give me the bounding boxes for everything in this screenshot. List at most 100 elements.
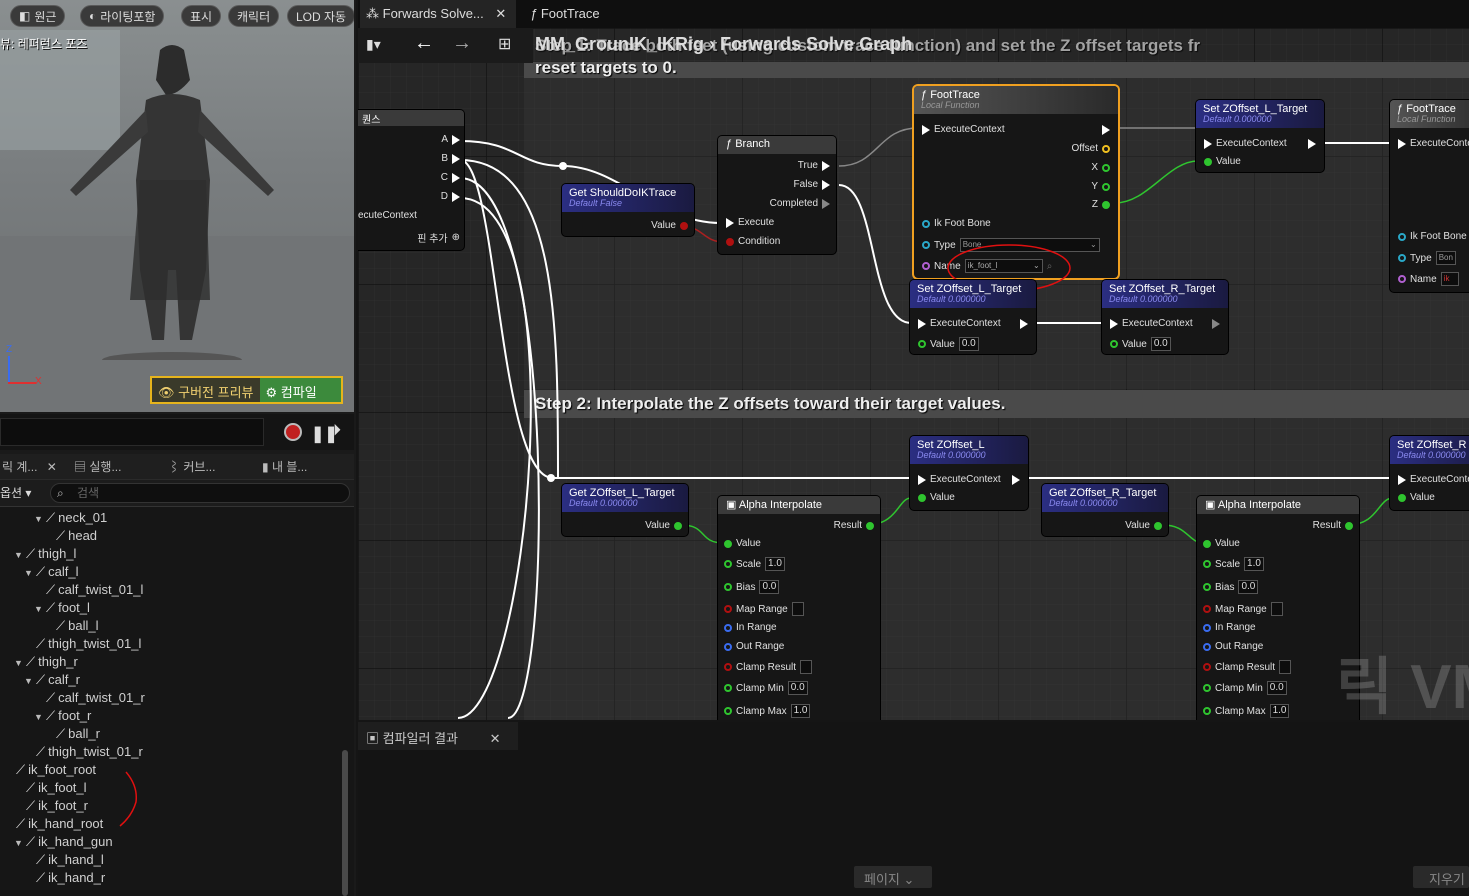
- tree-row[interactable]: ⟋ thigh_twist_01_r: [0, 743, 143, 761]
- sequence-pin-b[interactable]: B: [441, 153, 460, 164]
- clamp-min-input[interactable]: 0.0: [787, 681, 808, 695]
- options-dropdown[interactable]: 옵션 ▾: [0, 484, 31, 501]
- map-range-checkbox[interactable]: [1270, 602, 1283, 616]
- search-input[interactable]: ⌕ 검색: [50, 483, 350, 503]
- clamp-result-pin[interactable]: Clamp Result: [1203, 660, 1292, 674]
- tab-curves[interactable]: ⌇ 커브...: [168, 454, 215, 480]
- map-range-pin[interactable]: Map Range: [724, 602, 804, 616]
- expand-arrow-icon[interactable]: ▼: [14, 546, 26, 564]
- branch-false-pin[interactable]: False: [794, 179, 830, 190]
- map-range-pin[interactable]: Map Range: [1203, 602, 1283, 616]
- tree-scrollbar[interactable]: [342, 750, 348, 896]
- tab-compiler-results[interactable]: ▣ 컴파일러 결과 ✕: [358, 722, 518, 750]
- get-should-ik-trace-node[interactable]: Get ShouldDoIKTrace Default False Value: [562, 184, 694, 236]
- tab-rig-hierarchy[interactable]: 릭 계... ✕: [2, 454, 57, 480]
- scale-input[interactable]: 1.0: [1244, 557, 1264, 571]
- exec-out-pin[interactable]: [1020, 319, 1028, 329]
- sequence-pin-a[interactable]: A: [441, 134, 460, 145]
- set-zoffset-r-target-node-low[interactable]: Set ZOffset_R_Target Default 0.000000 Exe…: [1102, 280, 1228, 354]
- foottrace-y-pin[interactable]: Y: [1091, 181, 1110, 192]
- clamp-result-pin[interactable]: Clamp Result: [724, 660, 813, 674]
- foottrace2-name-pin[interactable]: Name ik: [1398, 272, 1459, 286]
- in-range-pin[interactable]: In Range: [724, 622, 777, 633]
- branch-node[interactable]: ƒ Branch True False Completed Execute Co…: [718, 136, 836, 254]
- exec-pin[interactable]: ExecuteConte: [1398, 474, 1469, 485]
- exec-out-pin[interactable]: [1012, 475, 1020, 485]
- alpha-interpolate-node-left[interactable]: ▣ Alpha Interpolate Result Value Scale 1.…: [718, 496, 880, 720]
- bias-pin[interactable]: Bias 0.0: [724, 580, 780, 594]
- sequence-exec-in[interactable]: ecuteContext: [358, 210, 417, 221]
- foottrace-offset-pin[interactable]: Offset: [1072, 143, 1110, 154]
- set-zoffset-l-target-node-top[interactable]: Set ZOffset_L_Target Default 0.000000 Exe…: [1196, 100, 1324, 172]
- sequence-pin-c[interactable]: C: [441, 172, 460, 183]
- value-pin[interactable]: Value: [645, 520, 682, 531]
- foottrace2-type-pin[interactable]: Type Bon: [1398, 251, 1456, 265]
- lod-button[interactable]: LOD 자동: [287, 5, 354, 27]
- scale-pin[interactable]: Scale 1.0: [1203, 557, 1264, 571]
- exec-pin[interactable]: ExecuteContext: [1110, 318, 1193, 329]
- type-value[interactable]: Bon: [1435, 251, 1456, 265]
- value-input[interactable]: 0.0: [958, 337, 979, 351]
- tree-row[interactable]: ⟋ ball_r: [0, 725, 100, 743]
- map-range-checkbox[interactable]: [791, 602, 804, 616]
- scale-pin[interactable]: Scale 1.0: [724, 557, 785, 571]
- old-preview-button[interactable]: 👁 구버전 프리뷰: [152, 378, 260, 402]
- tree-row[interactable]: ▼ ⟋ thigh_l: [0, 545, 76, 563]
- branch-true-pin[interactable]: True: [798, 160, 830, 171]
- result-pin[interactable]: Result: [1313, 520, 1353, 531]
- foottrace-bone-pin[interactable]: Ik Foot Bone: [922, 218, 991, 229]
- name-value[interactable]: ik: [1440, 272, 1459, 286]
- tree-row[interactable]: ⟋ ik_hand_r: [0, 869, 105, 887]
- expand-arrow-icon[interactable]: ▼: [34, 708, 46, 726]
- clamp-result-checkbox[interactable]: [800, 660, 813, 674]
- tree-row[interactable]: ▼ ⟋ ik_hand_gun: [0, 833, 113, 851]
- tree-row[interactable]: ▼ ⟋ neck_01: [0, 509, 107, 527]
- tree-row[interactable]: ▼ ⟋ thigh_r: [0, 653, 78, 671]
- set-zoffset-l-node[interactable]: Set ZOffset_L Default 0.000000 ExecuteCon…: [910, 436, 1028, 510]
- clear-button[interactable]: 지우기: [1413, 866, 1469, 888]
- exec-pin[interactable]: ExecuteContext: [918, 474, 1001, 485]
- close-icon[interactable]: ✕: [47, 460, 57, 474]
- result-pin[interactable]: Result: [834, 520, 874, 531]
- step-forward-icon[interactable]: ⏵: [333, 422, 341, 440]
- compile-button[interactable]: ⚙ 컴파일: [259, 378, 341, 402]
- clamp-max-pin[interactable]: Clamp Max 1.0: [724, 704, 811, 718]
- set-zoffset-l-target-node-low[interactable]: Set ZOffset_L_Target Default 0.000000 Exe…: [910, 280, 1036, 354]
- value-pin[interactable]: Value 0.0: [918, 337, 979, 351]
- expand-arrow-icon[interactable]: ▼: [34, 600, 46, 618]
- sequence-node[interactable]: 퀀스 A B C D ecuteContext 핀 추가 ⊕: [358, 110, 464, 250]
- value-pin[interactable]: Value: [1203, 538, 1240, 549]
- close-icon[interactable]: ✕: [495, 6, 506, 21]
- tab-foottrace[interactable]: ƒ FootTrace: [524, 0, 606, 28]
- tree-row[interactable]: ⟋ ik_hand_root: [0, 815, 103, 833]
- value-pin[interactable]: Value: [1125, 520, 1162, 531]
- tree-row[interactable]: ⟋ head: [0, 527, 97, 545]
- expand-arrow-icon[interactable]: ▼: [14, 654, 26, 672]
- clamp-min-input[interactable]: 0.0: [1266, 681, 1287, 695]
- in-range-pin[interactable]: In Range: [1203, 622, 1256, 633]
- close-icon[interactable]: ✕: [490, 731, 501, 746]
- foottrace-node-right[interactable]: ƒ FootTrace Local Function ExecuteConte I…: [1390, 100, 1469, 292]
- graph-canvas[interactable]: Step 1: Trace both feet (using custom tr…: [358, 28, 1469, 720]
- foottrace-exec-pin[interactable]: ExecuteContext: [922, 124, 1005, 135]
- lighting-button[interactable]: ◐ 라이팅포함: [80, 5, 165, 27]
- add-pin-button[interactable]: 핀 추가 ⊕: [417, 230, 460, 245]
- bias-pin[interactable]: Bias 0.0: [1203, 580, 1259, 594]
- tree-row[interactable]: ⟋ ik_foot_l: [0, 779, 87, 797]
- expand-arrow-icon[interactable]: ▼: [24, 672, 36, 690]
- get-zoffset-l-target-node[interactable]: Get ZOffset_L_Target Default 0.000000 Val…: [562, 484, 688, 536]
- branch-completed-pin[interactable]: Completed: [770, 198, 830, 209]
- tree-row[interactable]: ▼ ⟋ foot_r: [0, 707, 91, 725]
- scale-input[interactable]: 1.0: [765, 557, 785, 571]
- value-pin[interactable]: Value 0.0: [1110, 337, 1171, 351]
- exec-out-pin[interactable]: [1308, 139, 1316, 149]
- tab-execution[interactable]: ▤ 실행...: [74, 454, 121, 480]
- tree-row[interactable]: ⟋ calf_twist_01_l: [0, 581, 143, 599]
- tree-row[interactable]: ⟋ ik_foot_r: [0, 797, 88, 815]
- branch-execute-pin[interactable]: Execute: [726, 217, 774, 228]
- character-button[interactable]: 캐릭터: [228, 5, 280, 27]
- exec-pin[interactable]: ExecuteContext: [918, 318, 1001, 329]
- foottrace2-exec-pin[interactable]: ExecuteConte: [1398, 138, 1469, 149]
- set-zoffset-r-node[interactable]: Set ZOffset_R Default 0.000000 ExecuteCon…: [1390, 436, 1469, 510]
- tab-my-blueprint[interactable]: ▮ 내 블...: [262, 454, 307, 480]
